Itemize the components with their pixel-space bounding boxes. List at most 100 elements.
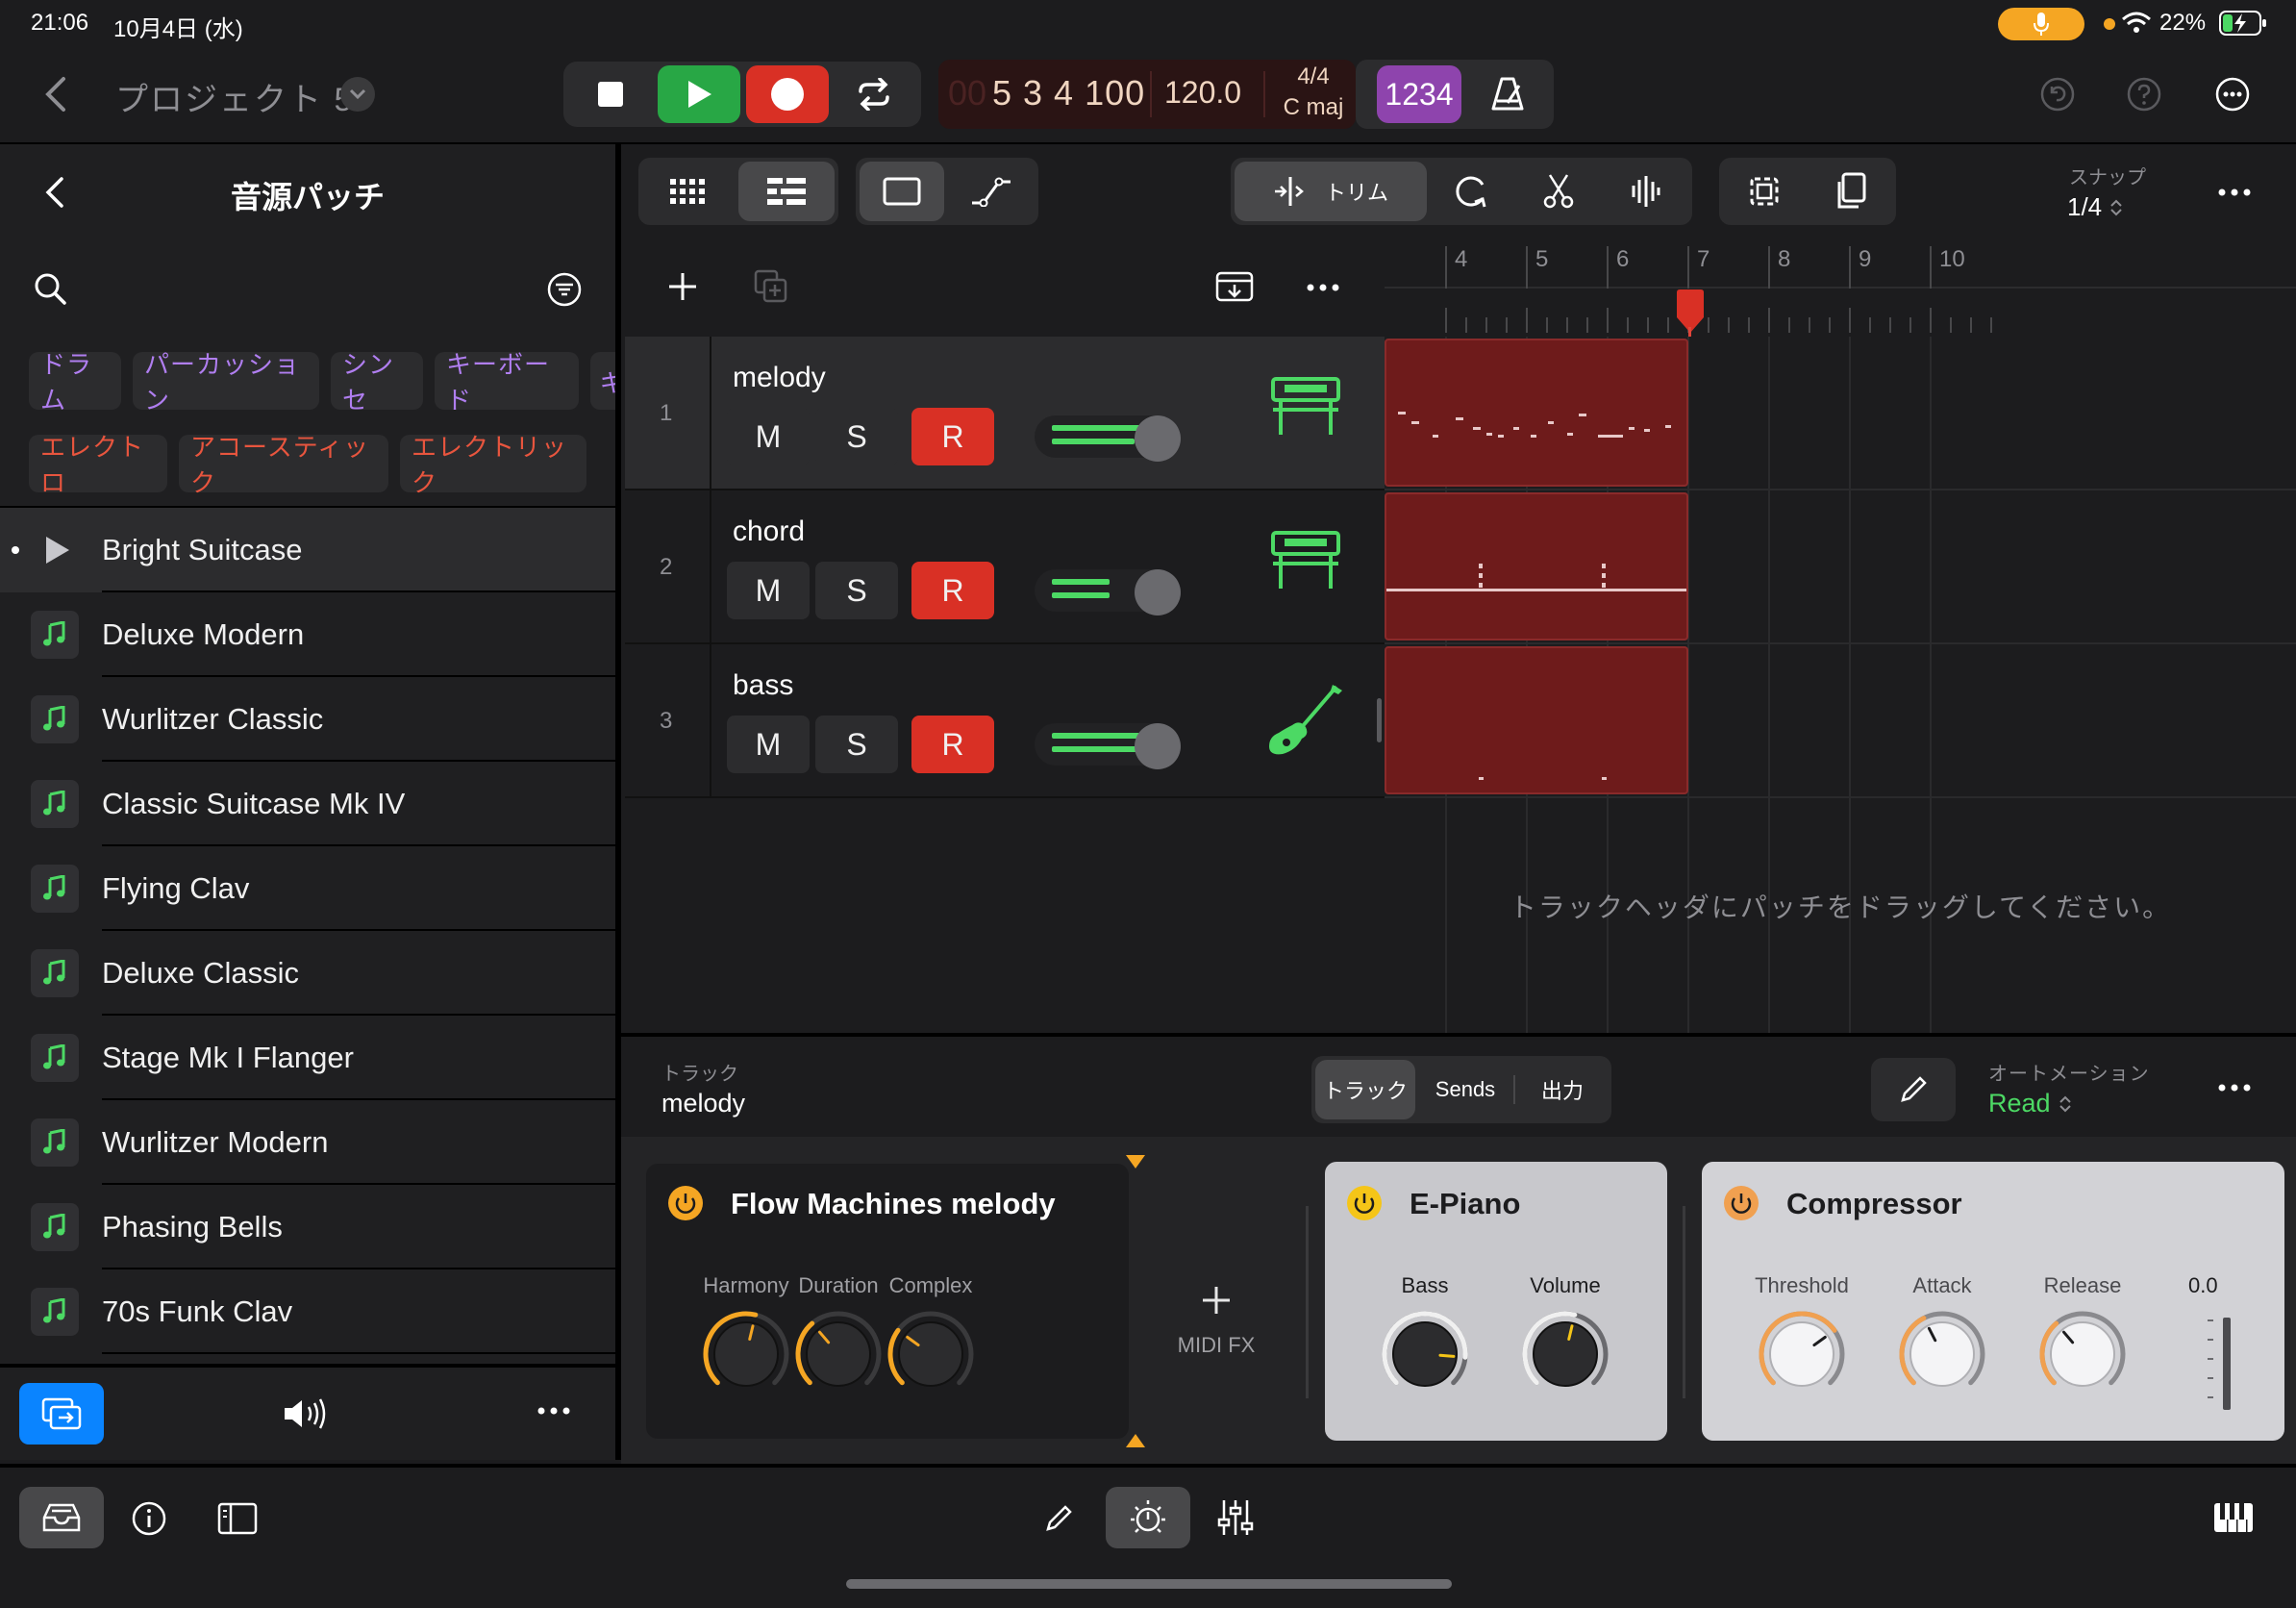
preview-play-icon[interactable] (44, 535, 71, 565)
volume-knob[interactable] (1135, 723, 1181, 769)
grid-view-button[interactable] (642, 162, 735, 221)
add-midi-fx-button[interactable]: MIDI FX (1154, 1269, 1279, 1375)
tab-sends[interactable]: Sends (1419, 1060, 1511, 1119)
edit-more-icon[interactable] (2217, 188, 2252, 197)
record-enable-button[interactable]: R (911, 562, 994, 619)
automation-mode-button[interactable] (948, 162, 1035, 221)
harmony-knob[interactable] (702, 1310, 790, 1398)
chip-percussion[interactable]: パーカッション (133, 350, 319, 415)
snap-selector[interactable]: 1/4 (2067, 192, 2123, 222)
import-icon[interactable] (1215, 271, 1254, 302)
midi-region-bass[interactable] (1385, 646, 1688, 794)
power-icon[interactable] (1346, 1185, 1383, 1221)
record-enable-button[interactable]: R (911, 716, 994, 773)
edit-plugin-button[interactable] (1871, 1058, 1956, 1121)
patch-item-flying-clav[interactable]: Flying Clav (0, 846, 615, 931)
complex-knob[interactable] (886, 1310, 975, 1398)
search-icon[interactable] (33, 271, 67, 306)
patch-item-stage-mk-i-flanger[interactable]: Stage Mk I Flanger (0, 1016, 615, 1100)
mute-button[interactable]: M (727, 716, 810, 773)
patch-item-bright-suitcase[interactable]: Bright Suitcase (0, 508, 615, 592)
midi-region-melody[interactable] (1385, 339, 1688, 487)
project-menu-chevron-icon[interactable] (340, 77, 375, 112)
browser-button[interactable] (19, 1487, 104, 1548)
volume-slider[interactable] (1035, 723, 1181, 769)
add-track-icon[interactable] (667, 271, 698, 302)
tab-output[interactable]: 出力 (1517, 1060, 1608, 1119)
volume-slider[interactable] (1035, 415, 1181, 462)
more-circle-icon[interactable] (2215, 77, 2250, 112)
timeline-ruler[interactable]: 4 5 6 7 8 9 10 (1385, 240, 2296, 335)
loop-tool-button[interactable] (1431, 162, 1513, 221)
tab-track[interactable]: トラック (1315, 1060, 1415, 1119)
patch-item-deluxe-classic[interactable]: Deluxe Classic (0, 931, 615, 1016)
volume-knob[interactable] (1135, 415, 1181, 462)
duplicate-track-icon[interactable] (754, 269, 788, 304)
solo-button[interactable]: S (815, 716, 898, 773)
mixer-icon[interactable] (1217, 1498, 1254, 1537)
chip-electric[interactable]: エレクトリック (400, 433, 586, 497)
smart-controls-button[interactable] (1106, 1487, 1190, 1548)
pencil-tool-icon[interactable] (1044, 1502, 1075, 1533)
split-tool-button[interactable] (1517, 162, 1600, 221)
mute-button[interactable]: M (727, 562, 810, 619)
filter-icon[interactable] (546, 271, 583, 308)
chip-guitar[interactable]: ギ (590, 352, 615, 410)
patch-item-phasing-bells[interactable]: Phasing Bells (0, 1185, 615, 1269)
select-tool-button[interactable] (1723, 162, 1806, 221)
power-icon[interactable] (667, 1185, 704, 1221)
track-resize-handle[interactable] (1377, 698, 1382, 742)
record-enable-button[interactable]: R (911, 408, 994, 465)
plugin-card-flow-machines[interactable]: Flow Machines melody Harmony Duration Co… (646, 1164, 1129, 1439)
inspector-more-icon[interactable] (2217, 1083, 2252, 1093)
chip-electro[interactable]: エレクトロ (29, 433, 167, 497)
track-row-chord[interactable]: 2 chord M S R (625, 490, 1385, 644)
track-more-icon[interactable] (1306, 283, 1340, 292)
keyboard-stand-icon[interactable] (1269, 375, 1342, 439)
patch-item-wurlitzer-classic[interactable]: Wurlitzer Classic (0, 677, 615, 762)
keyboard-stand-icon[interactable] (1269, 529, 1342, 592)
chip-acoustic[interactable]: アコースティック (179, 433, 388, 497)
piano-keyboard-icon[interactable] (2213, 1502, 2254, 1533)
duration-knob[interactable] (794, 1310, 883, 1398)
copy-tool-button[interactable] (1809, 162, 1892, 221)
record-button[interactable] (746, 65, 829, 123)
power-icon[interactable] (1723, 1185, 1759, 1221)
automation-mode-selector[interactable]: Read (1988, 1089, 2072, 1118)
mute-button[interactable]: M (727, 408, 810, 465)
bass-guitar-icon[interactable] (1263, 683, 1344, 760)
release-knob[interactable] (2038, 1310, 2127, 1398)
bass-knob[interactable] (1381, 1310, 1469, 1398)
undo-icon[interactable] (2040, 77, 2075, 112)
patch-item-wurlitzer-modern[interactable]: Wurlitzer Modern (0, 1100, 615, 1185)
lcd-display[interactable]: 00 5 3 4 100 120.0 4/4 C maj (938, 60, 1356, 129)
trim-tool-button[interactable]: トリム (1235, 162, 1427, 221)
midi-region-chord[interactable] (1385, 492, 1688, 641)
volume-slider[interactable] (1035, 569, 1181, 616)
solo-button[interactable]: S (815, 562, 898, 619)
speaker-icon[interactable] (283, 1396, 331, 1431)
sidebar-toggle-icon[interactable] (217, 1502, 258, 1535)
info-icon[interactable] (131, 1500, 167, 1537)
patch-item-deluxe-modern[interactable]: Deluxe Modern (0, 592, 615, 677)
back-chevron-icon[interactable] (42, 75, 69, 113)
attack-knob[interactable] (1898, 1310, 1986, 1398)
metronome-button[interactable] (1467, 65, 1548, 123)
stop-button[interactable] (571, 65, 650, 123)
patch-mode-button[interactable] (19, 1383, 104, 1445)
count-in-button[interactable]: 1234 (1377, 65, 1461, 123)
chip-keyboard[interactable]: キーボード (435, 350, 579, 415)
panel-more-icon[interactable] (537, 1406, 571, 1416)
track-row-melody[interactable]: 1 melody M S R (625, 337, 1385, 490)
tracks-view-button[interactable] (738, 162, 835, 221)
volume-knob[interactable] (1135, 569, 1181, 616)
help-icon[interactable] (2127, 77, 2161, 112)
patch-item-70s-funk-clav[interactable]: 70s Funk Clav (0, 1269, 615, 1354)
chip-synth[interactable]: シンセ (331, 350, 423, 415)
plugin-card-compressor[interactable]: Compressor Threshold Attack Release 0.0 (1702, 1162, 2284, 1441)
join-tool-button[interactable] (1604, 162, 1688, 221)
patch-item-classic-suitcase[interactable]: Classic Suitcase Mk IV (0, 762, 615, 846)
region-mode-button[interactable] (860, 162, 944, 221)
chip-drums[interactable]: ドラム (29, 350, 121, 415)
solo-button[interactable]: S (815, 408, 898, 465)
